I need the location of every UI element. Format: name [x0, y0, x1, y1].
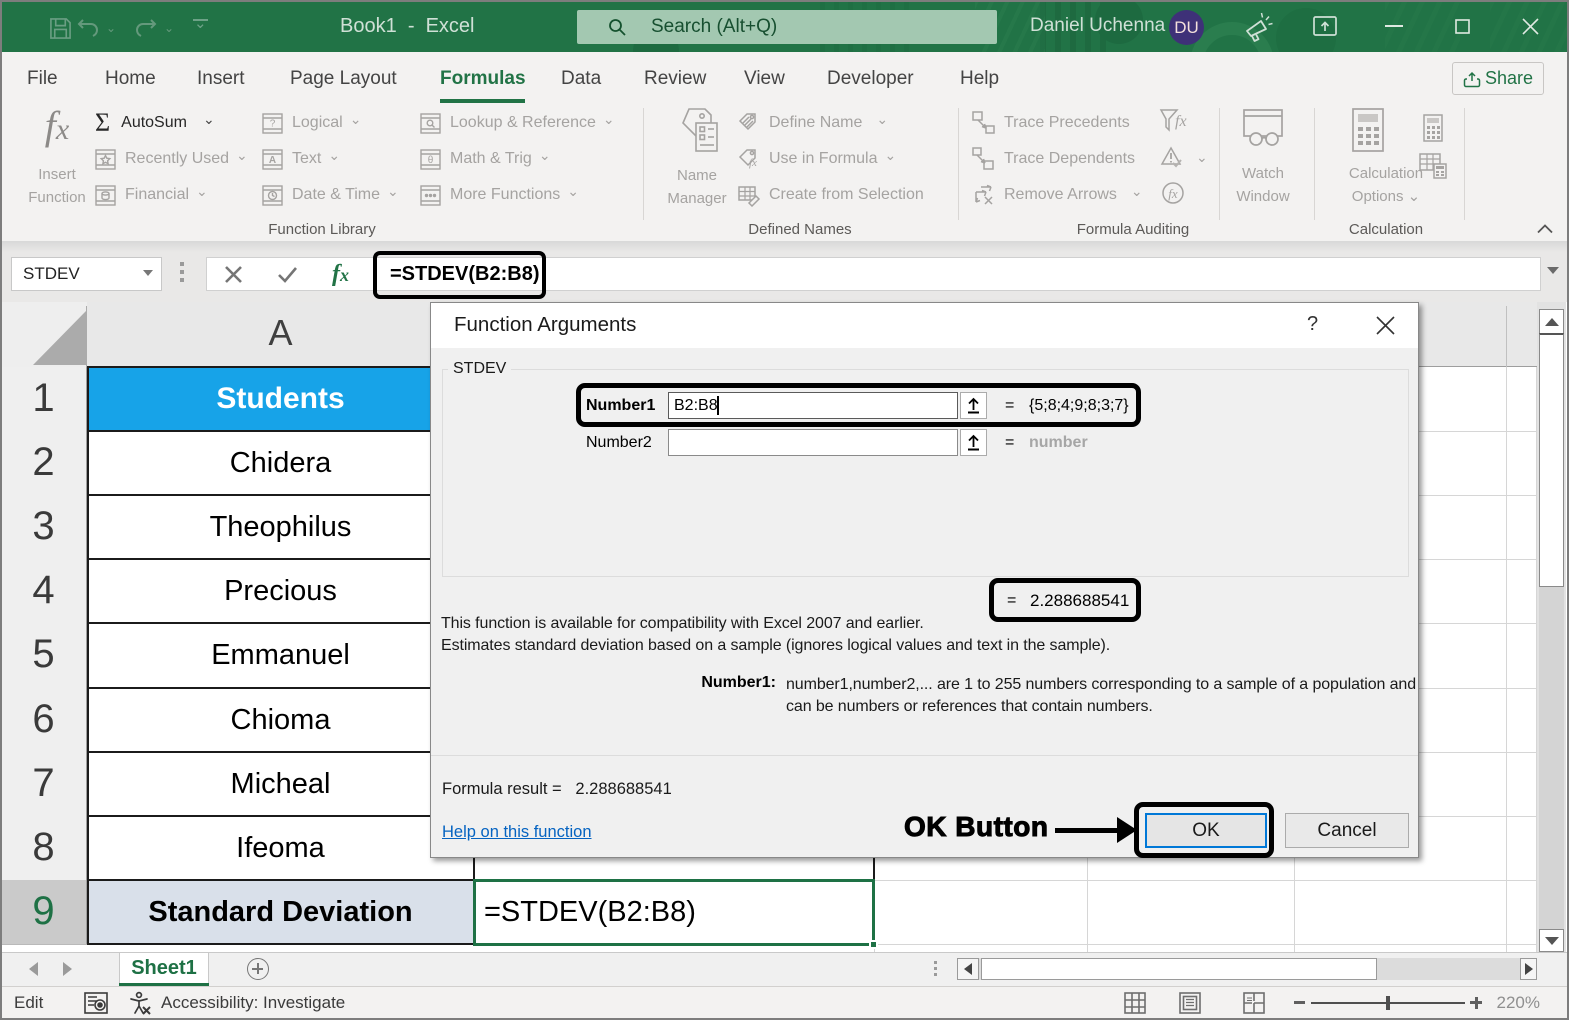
svg-text:θ: θ — [428, 155, 434, 166]
svg-text:fx: fx — [1175, 113, 1187, 130]
svg-text:?: ? — [270, 118, 276, 129]
svg-text:fx: fx — [1168, 186, 1178, 201]
svg-text:fx: fx — [749, 157, 757, 169]
svg-text:A: A — [269, 155, 276, 166]
